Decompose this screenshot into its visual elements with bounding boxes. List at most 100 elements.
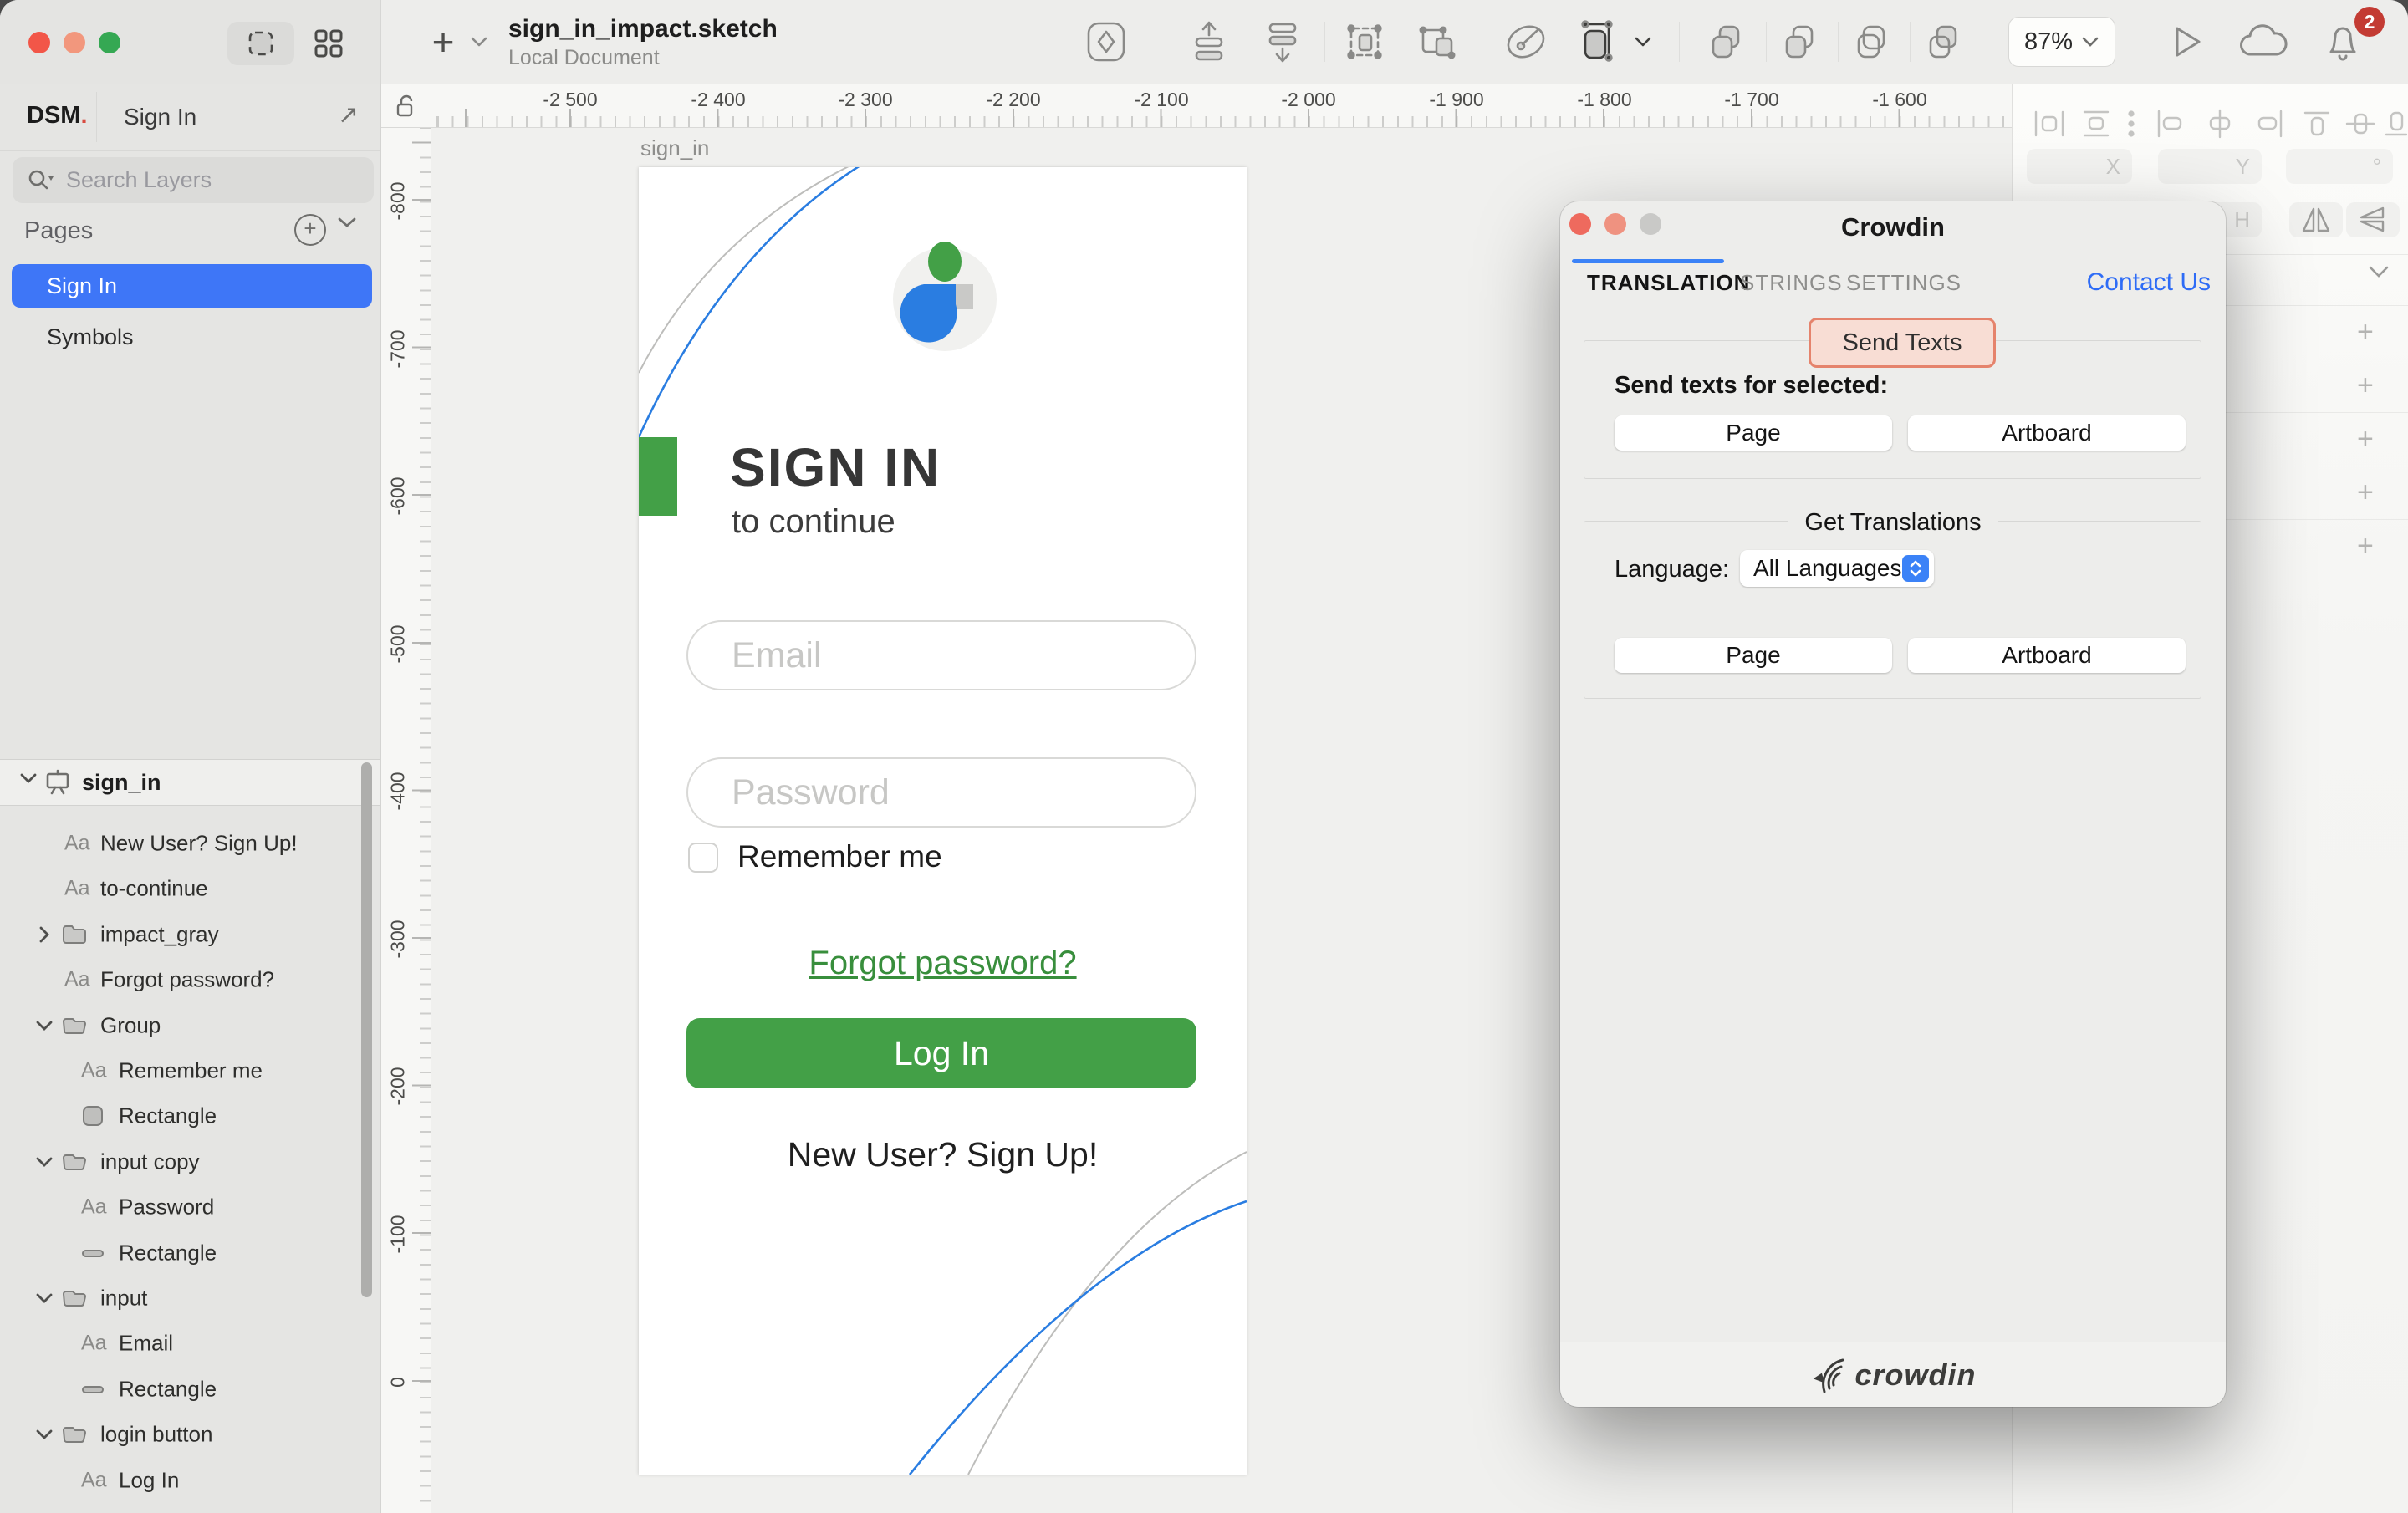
password-field[interactable]: Password — [686, 757, 1196, 828]
layer-row[interactable]: Aato-continue — [0, 866, 368, 911]
boolean-union-icon[interactable] — [1701, 20, 1751, 64]
zoom-dropdown[interactable]: 87% — [2008, 17, 2115, 67]
preview-play-button[interactable] — [2162, 20, 2212, 64]
ruler-label: -2 500 — [543, 89, 597, 111]
close-window-button[interactable] — [28, 32, 50, 53]
distribute-horizontal-icon[interactable] — [2031, 107, 2068, 145]
boolean-intersect-icon[interactable] — [1846, 20, 1896, 64]
ruler-label: -2 100 — [1134, 89, 1188, 111]
notification-badge: 2 — [2354, 7, 2385, 37]
layers-scrollbar[interactable] — [361, 762, 372, 1297]
sidebar-item-sign-in-page[interactable]: Sign In — [12, 264, 372, 308]
artboard-title[interactable]: sign_in — [640, 135, 709, 161]
search-input[interactable]: Search Layers — [13, 157, 374, 203]
layer-row[interactable]: AaForgot password? — [0, 957, 368, 1002]
layer-row[interactable]: AaEmail — [0, 1321, 368, 1366]
open-in-new-icon[interactable]: ↗ — [338, 100, 359, 130]
layer-row[interactable]: AaNew User? Sign Up! — [0, 821, 368, 866]
layer-row[interactable]: input copy — [0, 1139, 368, 1184]
cloud-share-button[interactable] — [2234, 20, 2293, 64]
layer-row[interactable]: login button — [0, 1412, 368, 1457]
artboard-sign-in[interactable]: SIGN IN to continue Email Password Remem… — [639, 167, 1247, 1475]
bring-forward-icon[interactable] — [1186, 20, 1232, 64]
document-subtitle: Local Document — [508, 45, 778, 70]
pages-collapse-chevron[interactable] — [336, 216, 358, 233]
folder-open-icon — [61, 1015, 88, 1037]
align-top-icon[interactable] — [2300, 107, 2334, 145]
boolean-subtract-icon[interactable] — [1774, 20, 1824, 64]
tab-settings[interactable]: SETTINGS — [1846, 270, 1962, 296]
layer-row[interactable]: AaRemember me — [0, 1048, 368, 1093]
scale-chevron[interactable] — [1630, 20, 1656, 64]
x-position-field[interactable]: X — [2027, 149, 2132, 184]
layer-row[interactable]: Rectangle — [0, 1367, 368, 1412]
layer-row[interactable]: AaPassword — [0, 1184, 368, 1230]
get-page-button[interactable]: Page — [1615, 638, 1892, 673]
align-center-h-icon[interactable] — [2201, 107, 2238, 145]
sign-up-link[interactable]: New User? Sign Up! — [639, 1135, 1247, 1174]
get-translations-title: Get Translations — [1560, 509, 2226, 537]
lock-open-icon — [395, 94, 418, 119]
ruler-label: -1 900 — [1429, 89, 1483, 111]
ruler-corner[interactable] — [381, 84, 431, 128]
send-page-button[interactable]: Page — [1615, 415, 1892, 451]
add-border-button[interactable]: + — [2357, 423, 2374, 456]
grid-view-toggle[interactable] — [301, 22, 356, 65]
layer-row[interactable]: AaLog In — [0, 1458, 368, 1503]
distribute-vertical-icon[interactable] — [2078, 107, 2115, 145]
insert-chevron[interactable] — [467, 20, 492, 64]
get-artboard-button[interactable]: Artboard — [1908, 638, 2186, 673]
add-fill-button[interactable]: + — [2357, 369, 2374, 402]
contact-us-link[interactable]: Contact Us — [2087, 268, 2211, 297]
tab-dsm[interactable]: DSM. — [27, 102, 88, 130]
symbol-tool-icon[interactable] — [1083, 20, 1130, 64]
align-right-icon[interactable] — [2250, 107, 2287, 145]
group-icon[interactable] — [1339, 20, 1390, 64]
log-in-button[interactable]: Log In — [686, 1018, 1196, 1088]
rotation-field[interactable]: ° — [2286, 149, 2393, 184]
insert-button[interactable]: + — [422, 20, 464, 64]
sidebar-item-symbols-page[interactable]: Symbols — [47, 324, 134, 350]
layer-row[interactable]: impact_gray — [0, 912, 368, 957]
edit-shape-icon[interactable] — [1498, 20, 1553, 64]
chevron-down-icon — [2081, 36, 2099, 48]
send-texts-button[interactable]: Send Texts — [1809, 318, 1996, 368]
tab-strings[interactable]: STRINGS — [1740, 270, 1843, 296]
layer-root-row[interactable]: sign_in — [0, 759, 380, 806]
scale-tool-icon[interactable] — [1575, 20, 1625, 64]
boolean-difference-icon[interactable] — [1918, 20, 1968, 64]
align-left-icon[interactable] — [2153, 107, 2190, 145]
canvas-view-toggle[interactable] — [227, 22, 294, 65]
more-dots-icon[interactable] — [2126, 107, 2136, 145]
tab-sign-in[interactable]: Sign In — [124, 104, 196, 130]
layer-row[interactable]: Rectangle — [0, 1230, 368, 1276]
zoom-window-button[interactable] — [99, 32, 120, 53]
align-middle-v-icon[interactable] — [2344, 107, 2377, 145]
chevron-down-icon[interactable] — [18, 772, 38, 789]
align-bottom-icon[interactable] — [2385, 107, 2407, 145]
y-position-field[interactable]: Y — [2158, 149, 2262, 184]
add-shadow-button[interactable]: + — [2357, 476, 2374, 509]
email-placeholder: Email — [732, 635, 822, 676]
add-page-button[interactable]: + — [294, 214, 326, 246]
forgot-password-link[interactable]: Forgot password? — [639, 945, 1247, 982]
add-blur-button[interactable]: + — [2357, 530, 2374, 563]
send-backward-icon[interactable] — [1259, 20, 1306, 64]
language-dropdown[interactable]: All Languages — [1740, 550, 1934, 587]
search-icon — [26, 168, 54, 193]
send-artboard-button[interactable]: Artboard — [1908, 415, 2186, 451]
remember-me-checkbox[interactable] — [688, 843, 718, 873]
send-for-selected-label: Send texts for selected: — [1615, 372, 1888, 400]
flip-horizontal-button[interactable] — [2289, 202, 2343, 237]
layer-row[interactable]: input — [0, 1276, 368, 1321]
tab-translation[interactable]: TRANSLATION — [1587, 270, 1750, 296]
ruler-major-ticks — [412, 127, 431, 1513]
ungroup-icon[interactable] — [1413, 20, 1463, 64]
email-field[interactable]: Email — [686, 620, 1196, 690]
flip-vertical-button[interactable] — [2346, 202, 2400, 237]
layer-row[interactable]: Group — [0, 1003, 368, 1048]
add-style-button[interactable]: + — [2357, 316, 2374, 349]
section-collapse-chevron[interactable] — [2367, 264, 2390, 283]
minimize-window-button[interactable] — [64, 32, 85, 53]
layer-row[interactable]: Rectangle — [0, 1093, 368, 1139]
